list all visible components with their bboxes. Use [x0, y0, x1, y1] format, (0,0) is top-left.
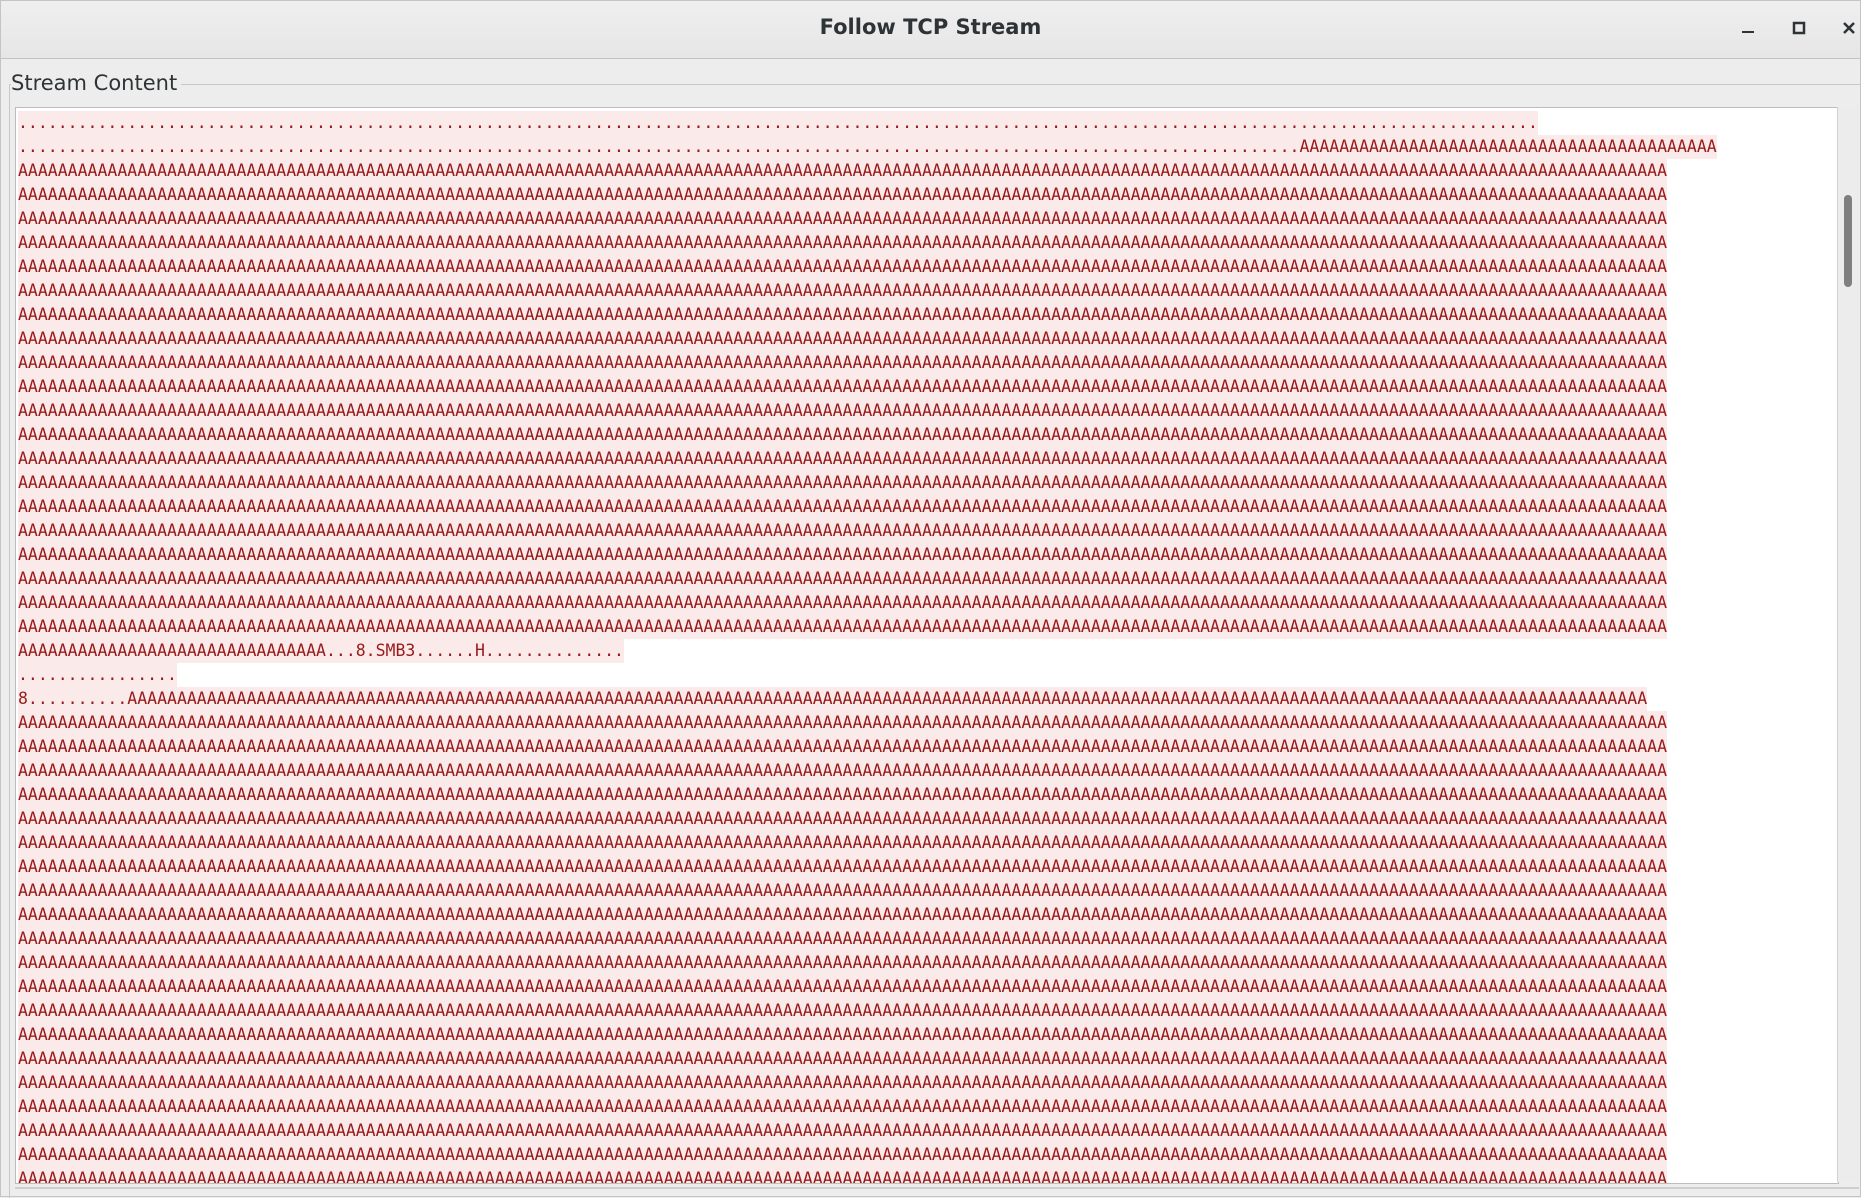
scrollbar-thumb[interactable] [1844, 195, 1852, 287]
stream-line: AAAAAAAAAAAAAAAAAAAAAAAAAAAAAAAAAAAAAAAA… [18, 231, 1668, 255]
stream-line: AAAAAAAAAAAAAAAAAAAAAAAAAAAAAAAAAAAAAAAA… [18, 279, 1668, 303]
stream-line: AAAAAAAAAAAAAAAAAAAAAAAAAAAAAAA...8.SMB3… [18, 639, 624, 663]
horizontal-scrollbar-edge [15, 1187, 1859, 1189]
stream-line: AAAAAAAAAAAAAAAAAAAAAAAAAAAAAAAAAAAAAAAA… [18, 1047, 1668, 1071]
stream-line: AAAAAAAAAAAAAAAAAAAAAAAAAAAAAAAAAAAAAAAA… [18, 831, 1668, 855]
stream-line: AAAAAAAAAAAAAAAAAAAAAAAAAAAAAAAAAAAAAAAA… [18, 615, 1668, 639]
stream-content-label: Stream Content [11, 71, 182, 95]
stream-line: AAAAAAAAAAAAAAAAAAAAAAAAAAAAAAAAAAAAAAAA… [18, 351, 1668, 375]
stream-line: AAAAAAAAAAAAAAAAAAAAAAAAAAAAAAAAAAAAAAAA… [18, 1071, 1668, 1095]
follow-tcp-stream-window: Follow TCP Stream Stream Content .......… [0, 0, 1861, 1198]
window-title: Follow TCP Stream [819, 15, 1042, 39]
stream-line: AAAAAAAAAAAAAAAAAAAAAAAAAAAAAAAAAAAAAAAA… [18, 1095, 1668, 1119]
title-bar[interactable]: Follow TCP Stream [1, 1, 1860, 59]
stream-line: AAAAAAAAAAAAAAAAAAAAAAAAAAAAAAAAAAAAAAAA… [18, 1023, 1668, 1047]
group-border-left [9, 84, 10, 1198]
stream-line: AAAAAAAAAAAAAAAAAAAAAAAAAAAAAAAAAAAAAAAA… [18, 951, 1668, 975]
stream-line: AAAAAAAAAAAAAAAAAAAAAAAAAAAAAAAAAAAAAAAA… [18, 1167, 1668, 1183]
stream-line: AAAAAAAAAAAAAAAAAAAAAAAAAAAAAAAAAAAAAAAA… [18, 1119, 1668, 1143]
stream-line: AAAAAAAAAAAAAAAAAAAAAAAAAAAAAAAAAAAAAAAA… [18, 927, 1668, 951]
stream-line: AAAAAAAAAAAAAAAAAAAAAAAAAAAAAAAAAAAAAAAA… [18, 903, 1668, 927]
stream-line: AAAAAAAAAAAAAAAAAAAAAAAAAAAAAAAAAAAAAAAA… [18, 447, 1668, 471]
close-icon[interactable] [1834, 13, 1861, 43]
stream-line: AAAAAAAAAAAAAAAAAAAAAAAAAAAAAAAAAAAAAAAA… [18, 711, 1668, 735]
stream-line: AAAAAAAAAAAAAAAAAAAAAAAAAAAAAAAAAAAAAAAA… [18, 567, 1668, 591]
stream-line: AAAAAAAAAAAAAAAAAAAAAAAAAAAAAAAAAAAAAAAA… [18, 303, 1668, 327]
stream-line: AAAAAAAAAAAAAAAAAAAAAAAAAAAAAAAAAAAAAAAA… [18, 807, 1668, 831]
stream-line: AAAAAAAAAAAAAAAAAAAAAAAAAAAAAAAAAAAAAAAA… [18, 999, 1668, 1023]
stream-line: AAAAAAAAAAAAAAAAAAAAAAAAAAAAAAAAAAAAAAAA… [18, 375, 1668, 399]
stream-line: AAAAAAAAAAAAAAAAAAAAAAAAAAAAAAAAAAAAAAAA… [18, 591, 1668, 615]
stream-line: AAAAAAAAAAAAAAAAAAAAAAAAAAAAAAAAAAAAAAAA… [18, 735, 1668, 759]
stream-line: AAAAAAAAAAAAAAAAAAAAAAAAAAAAAAAAAAAAAAAA… [18, 879, 1668, 903]
stream-content-text[interactable]: ........................................… [15, 107, 1839, 1184]
group-border-top [9, 84, 1860, 85]
stream-line: 8..........AAAAAAAAAAAAAAAAAAAAAAAAAAAAA… [18, 687, 1648, 711]
stream-line: AAAAAAAAAAAAAAAAAAAAAAAAAAAAAAAAAAAAAAAA… [18, 543, 1668, 567]
maximize-icon[interactable] [1784, 13, 1814, 43]
stream-line: AAAAAAAAAAAAAAAAAAAAAAAAAAAAAAAAAAAAAAAA… [18, 519, 1668, 543]
stream-line: AAAAAAAAAAAAAAAAAAAAAAAAAAAAAAAAAAAAAAAA… [18, 159, 1668, 183]
stream-line: AAAAAAAAAAAAAAAAAAAAAAAAAAAAAAAAAAAAAAAA… [18, 759, 1668, 783]
stream-line: AAAAAAAAAAAAAAAAAAAAAAAAAAAAAAAAAAAAAAAA… [18, 495, 1668, 519]
stream-line: AAAAAAAAAAAAAAAAAAAAAAAAAAAAAAAAAAAAAAAA… [18, 183, 1668, 207]
stream-line: AAAAAAAAAAAAAAAAAAAAAAAAAAAAAAAAAAAAAAAA… [18, 471, 1668, 495]
stream-line: AAAAAAAAAAAAAAAAAAAAAAAAAAAAAAAAAAAAAAAA… [18, 327, 1668, 351]
stream-line: ........................................… [18, 135, 1717, 159]
minimize-icon[interactable] [1733, 13, 1763, 43]
stream-line: AAAAAAAAAAAAAAAAAAAAAAAAAAAAAAAAAAAAAAAA… [18, 855, 1668, 879]
stream-line: ........................................… [18, 111, 1538, 135]
stream-line: AAAAAAAAAAAAAAAAAAAAAAAAAAAAAAAAAAAAAAAA… [18, 1143, 1668, 1167]
stream-line: ................ [18, 663, 177, 687]
stream-line: AAAAAAAAAAAAAAAAAAAAAAAAAAAAAAAAAAAAAAAA… [18, 255, 1668, 279]
stream-line: AAAAAAAAAAAAAAAAAAAAAAAAAAAAAAAAAAAAAAAA… [18, 399, 1668, 423]
stream-line: AAAAAAAAAAAAAAAAAAAAAAAAAAAAAAAAAAAAAAAA… [18, 207, 1668, 231]
stream-line: AAAAAAAAAAAAAAAAAAAAAAAAAAAAAAAAAAAAAAAA… [18, 975, 1668, 999]
stream-line: AAAAAAAAAAAAAAAAAAAAAAAAAAAAAAAAAAAAAAAA… [18, 423, 1668, 447]
vertical-scrollbar[interactable] [1837, 107, 1859, 1182]
stream-line: AAAAAAAAAAAAAAAAAAAAAAAAAAAAAAAAAAAAAAAA… [18, 783, 1668, 807]
